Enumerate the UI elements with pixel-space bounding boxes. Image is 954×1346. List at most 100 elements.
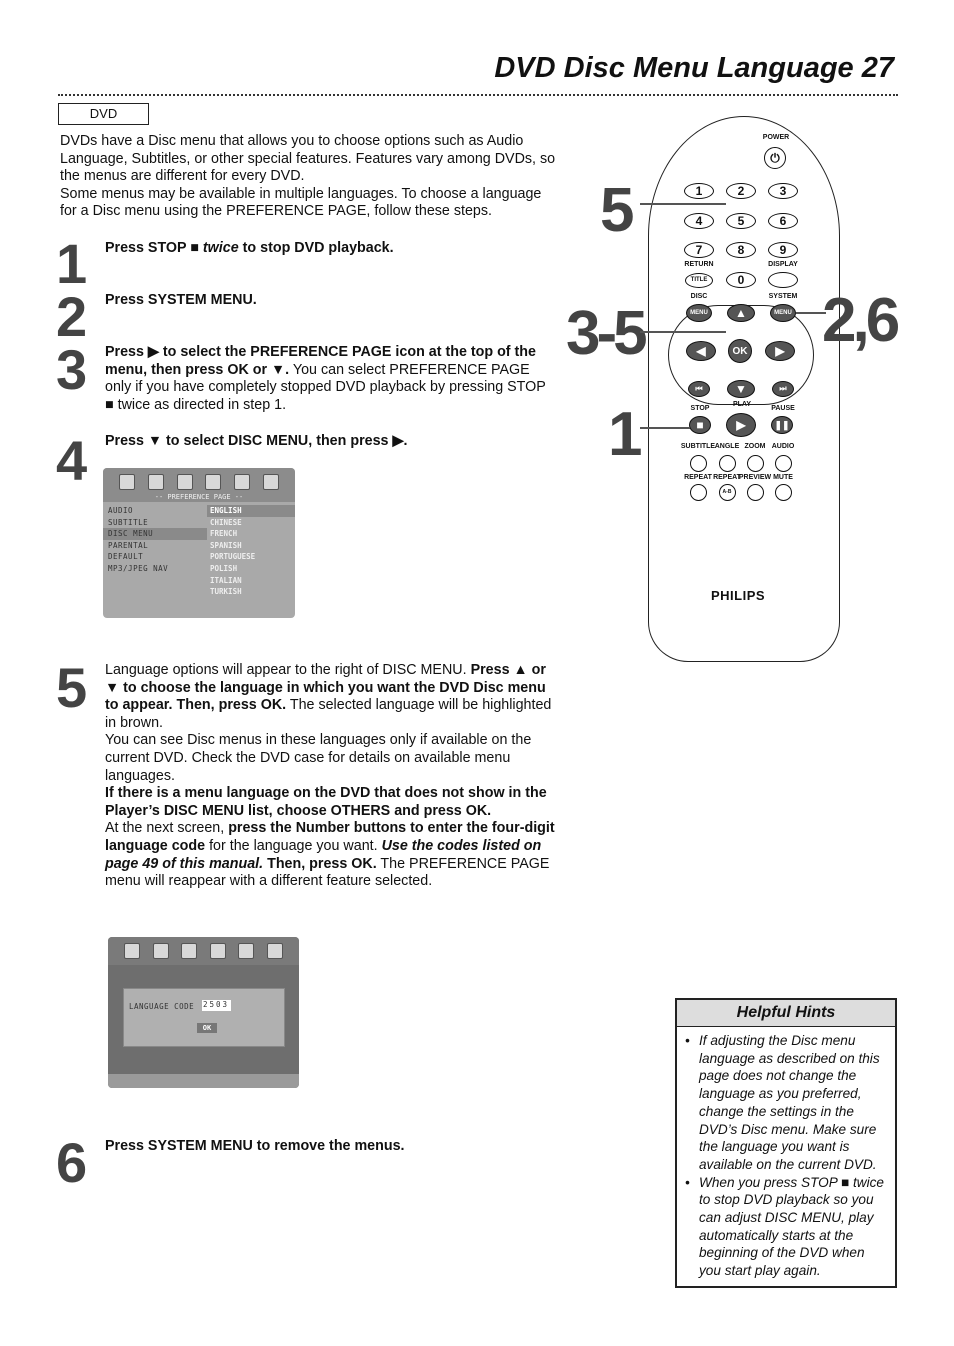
zoom-button[interactable] [746, 454, 764, 472]
text-run: If there is a menu language on the DVD t… [105, 785, 547, 819]
number-9-button[interactable]: 9 [768, 242, 798, 258]
preference-page-icon [209, 943, 226, 959]
angle-button[interactable] [718, 454, 736, 472]
text-run: Press SYSTEM MENU [105, 1138, 253, 1154]
osd-menu-item[interactable]: AUDIO [103, 505, 207, 517]
lock-icon [233, 474, 250, 490]
callout-line [796, 312, 826, 314]
osd-language-option[interactable]: CHINESE [207, 517, 295, 529]
stop-button[interactable]: ■ [689, 416, 711, 434]
up-button[interactable]: ▲ [727, 304, 755, 322]
video-setup-icon [176, 474, 193, 490]
text-run: Press STOP ■ [105, 240, 203, 256]
paragraph: Press ▶ to select the PREFERENCE PAGE ic… [105, 344, 557, 414]
subtitle-label: SUBTITLE [680, 443, 716, 450]
number-1-button[interactable]: 1 [684, 183, 714, 199]
text-run: You can see Disc menus in these language… [105, 732, 532, 784]
left-button[interactable]: ◀ [686, 341, 716, 361]
callout-line [640, 331, 726, 333]
text-run: PREFERENCE PAGE [250, 344, 392, 360]
next-button[interactable]: ⏭ [772, 381, 794, 397]
preview-button[interactable] [746, 483, 764, 501]
callout-line [640, 427, 690, 429]
disc-label: DISC [690, 293, 708, 300]
number-8-button[interactable]: 8 [726, 242, 756, 258]
exit-icon [262, 474, 279, 490]
number-3-button[interactable]: 3 [768, 183, 798, 199]
step-number: 3 [56, 338, 87, 401]
step-text: Press ▶ to select the PREFERENCE PAGE ic… [105, 344, 557, 414]
title-button[interactable]: TITLE [685, 272, 713, 288]
dvd-tag: DVD [58, 103, 149, 125]
text-run: At the next screen, [105, 820, 229, 837]
language-code-dialog: LANGUAGE CODE 2503 OK [123, 988, 285, 1047]
video-setup-icon [181, 943, 198, 959]
osd-language-option[interactable]: TURKISH [207, 586, 295, 598]
callout-step-1: 1 [608, 400, 643, 469]
number-6-button[interactable]: 6 [768, 213, 798, 229]
osd-language-option[interactable]: PORTUGUESE [207, 551, 295, 563]
number-2-button[interactable]: 2 [726, 183, 756, 199]
osd-menu-item[interactable]: PARENTAL [103, 540, 207, 552]
paragraph: Some menus may be available in multiple … [60, 186, 560, 221]
osd-menu-item[interactable]: DISC MENU [103, 528, 207, 540]
return-label: RETURN [684, 261, 714, 268]
previous-button[interactable]: ⏮ [688, 381, 710, 397]
osd-menu-item[interactable]: DEFAULT [103, 551, 207, 563]
osd-language-option[interactable]: ITALIAN [207, 575, 295, 587]
display-label: DISPLAY [768, 261, 798, 268]
paragraph: Press ▼ to select DISC MENU, then press … [105, 433, 557, 451]
osd-language-option[interactable]: ENGLISH [207, 505, 295, 517]
hint-item: When you press STOP ■ twice to stop DVD … [685, 1174, 887, 1280]
step-number: 5 [56, 656, 87, 719]
ok-button[interactable]: OK [197, 1023, 217, 1033]
down-button[interactable]: ▼ [727, 380, 755, 398]
text-run: Language options will appear to the righ… [105, 662, 471, 678]
pause-button[interactable]: ❚❚ [771, 416, 793, 434]
play-button[interactable]: ▶ [726, 413, 756, 437]
preference-page-icon [205, 474, 222, 490]
osd-language-option[interactable]: FRENCH [207, 528, 295, 540]
hints-title: Helpful Hints [677, 1000, 895, 1027]
osd-menu-item[interactable]: MP3/JPEG NAV [103, 563, 207, 575]
number-5-button[interactable]: 5 [726, 213, 756, 229]
repeat-button[interactable] [689, 483, 707, 501]
page-title: DVD Disc Menu Language 27 [494, 52, 894, 84]
paragraph: You can see Disc menus in these language… [105, 732, 557, 785]
system-menu-button[interactable]: MENU [770, 304, 796, 322]
callout-step-2-6: 2,6 [822, 286, 900, 355]
power-button[interactable]: ⏻ [764, 147, 786, 169]
audio-button[interactable] [774, 454, 792, 472]
paragraph: Language options will appear to the righ… [105, 662, 557, 732]
system-label: SYSTEM [768, 293, 798, 300]
step-text: Press SYSTEM MENU. [105, 292, 557, 310]
step-number: 6 [56, 1131, 87, 1194]
osd-language-option[interactable]: SPANISH [207, 540, 295, 552]
ok-button[interactable]: OK [728, 339, 752, 363]
language-code-label: LANGUAGE CODE [129, 1002, 195, 1011]
play-label: PLAY [732, 401, 752, 408]
text-run: to stop DVD playback. [238, 240, 394, 256]
preview-label: PREVIEW [738, 474, 772, 481]
text-run: Some menus may be available in multiple … [60, 185, 542, 220]
repeat-label: REPEAT [684, 474, 712, 481]
mute-button[interactable] [774, 483, 792, 501]
right-button[interactable]: ▶ [765, 341, 795, 361]
step-number: 2 [56, 285, 87, 348]
number-7-button[interactable]: 7 [684, 242, 714, 258]
lock-icon [238, 943, 255, 959]
osd-language-option[interactable]: POLISH [207, 563, 295, 575]
helpful-hints-box: Helpful Hints If adjusting the Disc menu… [675, 998, 897, 1288]
repeat-ab-button[interactable]: A-B [718, 483, 736, 501]
audio-setup-icon [147, 474, 164, 490]
osd-menu-item[interactable]: SUBTITLE [103, 517, 207, 529]
disc-menu-button[interactable]: MENU [686, 304, 712, 322]
language-code-input[interactable]: 2503 [202, 1000, 231, 1011]
number-0-button[interactable]: 0 [726, 272, 756, 288]
number-4-button[interactable]: 4 [684, 213, 714, 229]
callout-line [640, 203, 726, 205]
subtitle-button[interactable] [689, 454, 707, 472]
display-button[interactable] [768, 272, 798, 288]
text-run: Press SYSTEM MENU. [105, 292, 257, 308]
power-label: POWER [762, 134, 790, 141]
